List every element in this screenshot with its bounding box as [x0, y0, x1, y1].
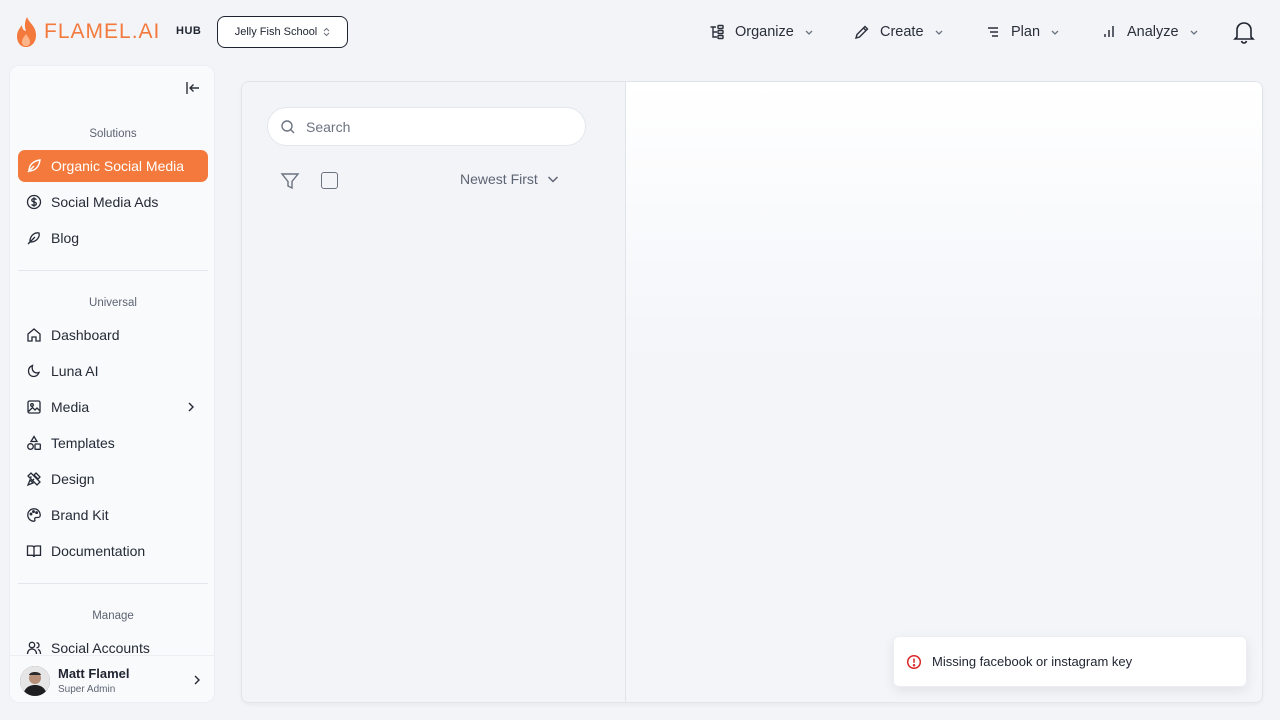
- search-box[interactable]: [267, 107, 586, 146]
- sidebar-item-label: Social Media Ads: [51, 194, 159, 210]
- sidebar-item-luna-ai[interactable]: Luna AI: [18, 355, 208, 387]
- sidebar-item-label: Dashboard: [51, 327, 120, 343]
- filter-button[interactable]: [280, 171, 300, 196]
- sidebar-item-label: Social Accounts: [51, 640, 150, 656]
- design-tools-icon: [26, 472, 41, 487]
- user-role: Super Admin: [58, 684, 116, 695]
- section-title-solutions: Solutions: [89, 128, 137, 140]
- feather-icon: [27, 232, 40, 245]
- moon-icon: [27, 364, 41, 378]
- error-toast: Missing facebook or instagram key: [893, 636, 1247, 687]
- sidebar-item-blog[interactable]: Blog: [18, 222, 208, 254]
- select-arrows-icon: [323, 27, 330, 37]
- collapse-left-icon: [186, 82, 199, 94]
- book-icon: [26, 545, 42, 558]
- section-title-manage: Manage: [92, 610, 134, 622]
- nav-create-label: Create: [880, 24, 924, 40]
- sidebar-item-media[interactable]: Media: [18, 391, 208, 423]
- section-title-universal: Universal: [89, 297, 137, 309]
- top-bar: FLAMEL.AI HUB Jelly Fish School Organize…: [0, 0, 1280, 64]
- sidebar-item-label: Design: [51, 471, 95, 487]
- notifications-button[interactable]: [1232, 19, 1256, 50]
- chevron-down-icon: [1190, 30, 1198, 35]
- brand-name: FLAMEL.AI: [44, 20, 161, 43]
- sidebar-item-organic-social-media[interactable]: Organic Social Media: [18, 150, 208, 182]
- sidebar-item-templates[interactable]: Templates: [18, 427, 208, 459]
- shapes-icon: [27, 435, 41, 450]
- bar-chart-icon: [1104, 26, 1114, 37]
- sidebar-item-label: Media: [51, 399, 90, 415]
- sidebar-item-documentation[interactable]: Documentation: [18, 535, 208, 567]
- nav-plan-label: Plan: [1011, 24, 1041, 40]
- chevron-down-icon: [547, 176, 558, 183]
- organization-name: Jelly Fish School: [234, 26, 318, 38]
- avatar-photo: [20, 666, 50, 696]
- nav-organize[interactable]: Organize: [709, 20, 814, 44]
- nav-organize-label: Organize: [735, 24, 794, 40]
- sidebar-item-label: Templates: [51, 435, 115, 451]
- chevron-right-icon: [194, 675, 200, 685]
- nav-plan[interactable]: Plan: [985, 20, 1060, 44]
- post-detail-pane: [626, 82, 1262, 702]
- nav-analyze[interactable]: Analyze: [1101, 20, 1199, 44]
- chevron-down-icon: [1051, 30, 1059, 35]
- filter-icon: [280, 173, 300, 190]
- home-icon: [27, 328, 41, 342]
- brand-logo[interactable]: FLAMEL.AI: [15, 16, 160, 48]
- post-list-pane: Newest First: [242, 82, 626, 702]
- organize-icon: [710, 24, 724, 40]
- sidebar-divider: [18, 270, 208, 271]
- flame-icon: [17, 17, 36, 47]
- sort-label: Newest First: [460, 171, 538, 187]
- sidebar-item-social-media-ads[interactable]: Social Media Ads: [18, 186, 208, 218]
- sidebar-item-label: Blog: [51, 230, 80, 246]
- palette-icon: [27, 508, 41, 522]
- user-profile[interactable]: Matt Flamel Super Admin: [10, 655, 214, 702]
- hub-label: HUB: [176, 25, 202, 37]
- alert-circle-icon: [906, 654, 922, 669]
- sort-dropdown[interactable]: Newest First: [460, 171, 560, 187]
- chevron-right-icon: [188, 402, 194, 412]
- sidebar-item-design[interactable]: Design: [18, 463, 208, 495]
- nav-create[interactable]: Create: [854, 20, 944, 44]
- sidebar-divider: [18, 583, 208, 584]
- select-all-checkbox[interactable]: [321, 172, 338, 189]
- image-icon: [27, 400, 41, 414]
- sidebar: Solutions Organic Social Media Social Me…: [9, 65, 215, 703]
- sidebar-item-dashboard[interactable]: Dashboard: [18, 319, 208, 351]
- sidebar-item-label: Documentation: [51, 543, 146, 559]
- chevron-down-icon: [935, 30, 942, 35]
- chevron-down-icon: [805, 30, 813, 35]
- main-panel: Newest First: [241, 81, 1263, 703]
- nav-analyze-label: Analyze: [1127, 24, 1179, 40]
- pencil-icon: [854, 25, 869, 40]
- toast-message: Missing facebook or instagram key: [932, 654, 1133, 669]
- avatar: [20, 666, 50, 696]
- sidebar-item-brand-kit[interactable]: Brand Kit: [18, 499, 208, 531]
- search-icon: [281, 119, 295, 133]
- plan-icon: [988, 27, 998, 37]
- dollar-circle-icon: [26, 194, 42, 210]
- bell-icon: [1233, 22, 1255, 44]
- sidebar-item-label: Organic Social Media: [51, 158, 185, 174]
- users-icon: [26, 641, 42, 655]
- sidebar-item-label: Brand Kit: [51, 507, 109, 523]
- search-input[interactable]: [306, 118, 576, 135]
- user-name: Matt Flamel: [58, 666, 130, 681]
- organization-selector[interactable]: Jelly Fish School: [217, 16, 348, 48]
- collapse-sidebar-button[interactable]: [185, 80, 201, 101]
- sidebar-item-label: Luna AI: [51, 363, 99, 379]
- leaf-icon: [27, 159, 41, 173]
